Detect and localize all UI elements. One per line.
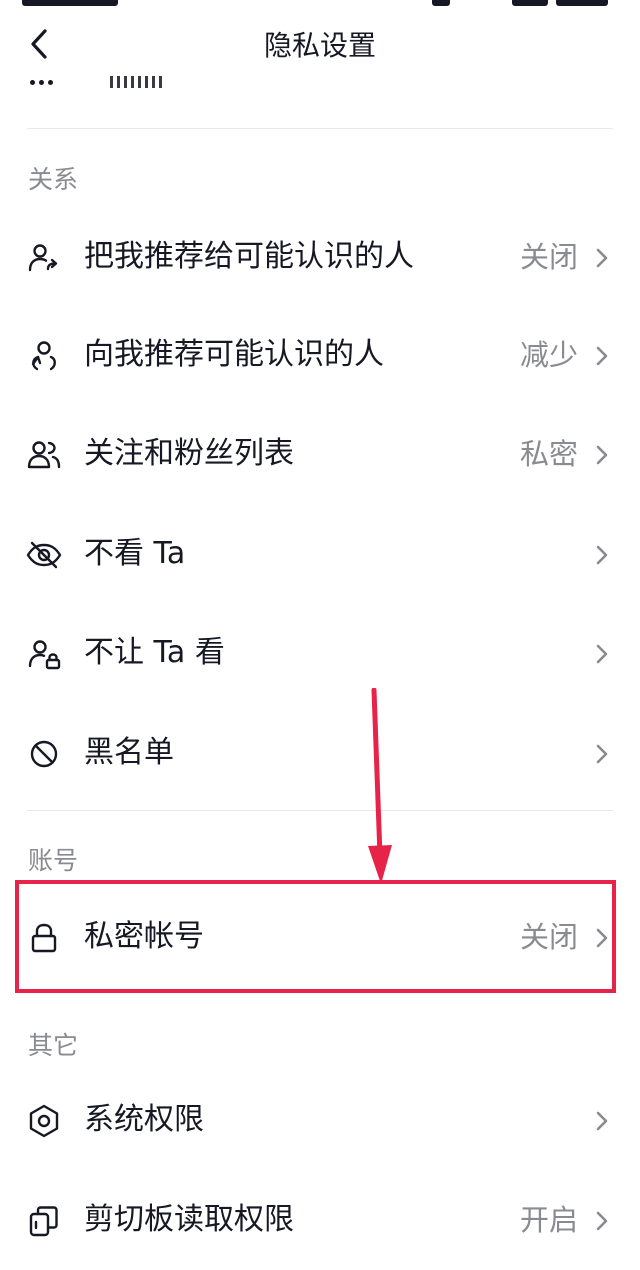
chevron-right-icon	[596, 248, 608, 268]
row-label: 黑名单	[84, 735, 174, 770]
person-suggest-icon	[31, 341, 56, 371]
annotation-arrow-icon	[368, 688, 392, 884]
row-label: 向我推荐可能认识的人	[84, 337, 384, 372]
chevron-right-icon	[596, 346, 608, 366]
person-lock-icon	[28, 640, 61, 670]
row-value: 私密	[519, 437, 578, 471]
row-following-followers[interactable]: 关注和粉丝列表 私密	[0, 404, 640, 504]
row-label: 系统权限	[84, 1102, 204, 1137]
people-icon	[27, 441, 61, 469]
chevron-right-icon	[596, 1211, 608, 1231]
row-value: 开启	[519, 1203, 578, 1237]
row-hide-ta[interactable]: 不看 Ta	[0, 504, 640, 604]
previous-item-partial	[26, 58, 166, 90]
chevron-right-icon	[596, 445, 608, 465]
divider	[27, 128, 613, 129]
status-time-fragment	[22, 0, 118, 6]
section-header-other: 其它	[28, 1031, 79, 1060]
chevron-right-icon	[596, 545, 608, 565]
section-header-relations: 关系	[28, 165, 79, 194]
hexagon-settings-icon	[29, 1104, 59, 1138]
status-battery-fragment	[556, 0, 608, 6]
section-header-account: 账号	[28, 846, 79, 875]
person-share-icon	[28, 244, 58, 272]
row-value: 关闭	[519, 240, 578, 274]
row-label: 不看 Ta	[84, 536, 186, 571]
row-label: 把我推荐给可能认识的人	[84, 239, 414, 274]
highlight-box	[15, 880, 616, 993]
chevron-right-icon	[596, 644, 608, 664]
chevron-right-icon	[596, 1111, 608, 1131]
row-clipboard-permission[interactable]: 剪切板读取权限 开启	[0, 1170, 640, 1270]
row-recommend-others-to-me[interactable]: 向我推荐可能认识的人 减少	[0, 305, 640, 405]
row-hide-from-ta[interactable]: 不让 Ta 看	[0, 603, 640, 703]
row-value: 减少	[519, 338, 578, 372]
row-label: 关注和粉丝列表	[84, 436, 294, 471]
row-label: 不让 Ta 看	[84, 635, 225, 670]
chevron-right-icon	[596, 744, 608, 764]
row-recommend-me-to-others[interactable]: 把我推荐给可能认识的人 关闭	[0, 207, 640, 307]
status-bar	[0, 0, 640, 14]
block-icon	[30, 740, 58, 768]
row-label: 剪切板读取权限	[84, 1202, 294, 1237]
row-blacklist[interactable]: 黑名单	[0, 703, 640, 803]
status-signal-fragment	[432, 0, 450, 6]
row-system-permissions[interactable]: 系统权限	[0, 1070, 640, 1170]
divider	[27, 810, 613, 811]
status-network-fragment	[512, 0, 548, 6]
eye-off-icon	[26, 541, 62, 569]
clipboard-icon	[29, 1206, 58, 1237]
